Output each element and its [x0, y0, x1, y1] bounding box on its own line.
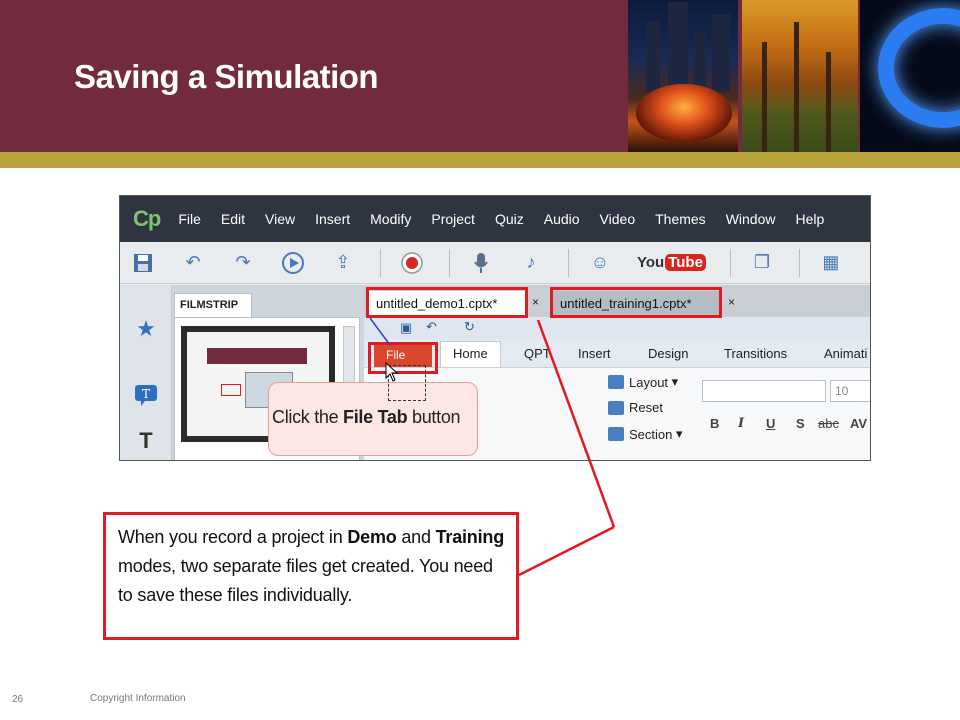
menu-audio[interactable]: Audio — [544, 211, 580, 227]
callout-text: Click the File Tab button — [272, 407, 461, 427]
demo-file-highlight — [366, 287, 528, 318]
menu-themes[interactable]: Themes — [655, 211, 706, 227]
redo-icon[interactable]: ↻ — [464, 319, 475, 335]
menu-quiz[interactable]: Quiz — [495, 211, 524, 227]
menu-modify[interactable]: Modify — [370, 211, 411, 227]
youtube-logo[interactable]: You Tube — [637, 254, 706, 271]
undo-icon[interactable]: ↶ — [180, 250, 206, 276]
user-icon[interactable]: ☺ — [587, 250, 613, 276]
quick-access-bar: ▣ ↶ ↻ — [364, 317, 870, 339]
text-tool-icon[interactable]: T — [132, 427, 160, 455]
undo-icon[interactable]: ↶ — [426, 319, 437, 335]
captivate-screenshot: Cp File Edit View Insert Modify Project … — [119, 195, 871, 461]
menu-file[interactable]: File — [178, 211, 201, 227]
menu-project[interactable]: Project — [431, 211, 475, 227]
font-size-select[interactable]: 10 — [830, 380, 870, 402]
menu-view[interactable]: View — [265, 211, 295, 227]
redo-icon[interactable]: ↷ — [230, 250, 256, 276]
filmstrip-tab[interactable]: FILMSTRIP — [174, 293, 252, 317]
svg-text:T: T — [142, 387, 150, 401]
city-photo — [628, 0, 738, 152]
save-icon[interactable]: ▣ — [400, 320, 412, 336]
italic-button[interactable]: I — [738, 416, 744, 431]
app-menubar: Cp File Edit View Insert Modify Project … — [120, 196, 870, 242]
header-accent-bar — [0, 152, 960, 168]
record-icon[interactable] — [399, 250, 425, 276]
save-icon[interactable] — [130, 250, 156, 276]
menu-video[interactable]: Video — [600, 211, 636, 227]
character-spacing-button[interactable]: AV — [850, 416, 867, 431]
menu-window[interactable]: Window — [726, 211, 776, 227]
windows-icon[interactable]: ❐ — [749, 250, 775, 276]
captivate-logo: Cp — [133, 206, 161, 231]
tab-transitions[interactable]: Transitions — [724, 346, 787, 361]
bold-button[interactable]: B — [710, 416, 719, 431]
header-photo-strip — [628, 0, 960, 152]
tab-animations[interactable]: Animati — [824, 346, 867, 361]
training-file-highlight — [550, 287, 722, 318]
microphone-icon[interactable] — [468, 250, 494, 276]
mouse-cursor-icon — [385, 362, 399, 382]
main-toolbar: ↶ ↷ ⇪ ♪ ☺ You Tube ❐ ▦ — [120, 242, 870, 284]
layout-button[interactable]: Layout ▾ — [608, 374, 678, 390]
close-icon[interactable]: × — [532, 295, 539, 309]
underline-button[interactable]: U — [766, 416, 775, 431]
ribbon-tabs: Home QPT Insert Design Transitions Anima… — [364, 339, 870, 367]
publish-icon[interactable]: ⇪ — [330, 250, 356, 276]
menu-help[interactable]: Help — [795, 211, 824, 227]
tab-design[interactable]: Design — [648, 346, 688, 361]
reset-button[interactable]: Reset — [608, 400, 663, 415]
tab-qpt[interactable]: QPT — [524, 346, 551, 361]
copyright-text: Copyright Information — [90, 693, 186, 704]
table-icon[interactable]: ▦ — [818, 250, 844, 276]
menu-edit[interactable]: Edit — [221, 211, 245, 227]
gas-flame-photo — [860, 0, 960, 152]
text-caption-icon[interactable]: T — [132, 381, 160, 409]
font-family-select[interactable] — [702, 380, 826, 402]
menu-insert[interactable]: Insert — [315, 211, 350, 227]
play-icon[interactable] — [280, 250, 306, 276]
slide-title: Saving a Simulation — [74, 58, 379, 95]
tools-panel: ★ T T — [120, 285, 172, 460]
close-icon[interactable]: × — [728, 295, 735, 309]
star-icon[interactable]: ★ — [132, 315, 160, 343]
autumn-trees-photo — [742, 0, 858, 152]
strikethrough-button[interactable]: abc — [818, 416, 839, 431]
tab-home[interactable]: Home — [440, 341, 501, 367]
section-button[interactable]: Section ▾ — [608, 426, 683, 442]
music-note-icon[interactable]: ♪ — [518, 250, 544, 276]
tab-insert[interactable]: Insert — [578, 346, 611, 361]
description-box: When you record a project in Demo and Tr… — [103, 512, 519, 640]
page-number: 26 — [12, 694, 24, 705]
shadow-button[interactable]: S — [796, 416, 805, 431]
